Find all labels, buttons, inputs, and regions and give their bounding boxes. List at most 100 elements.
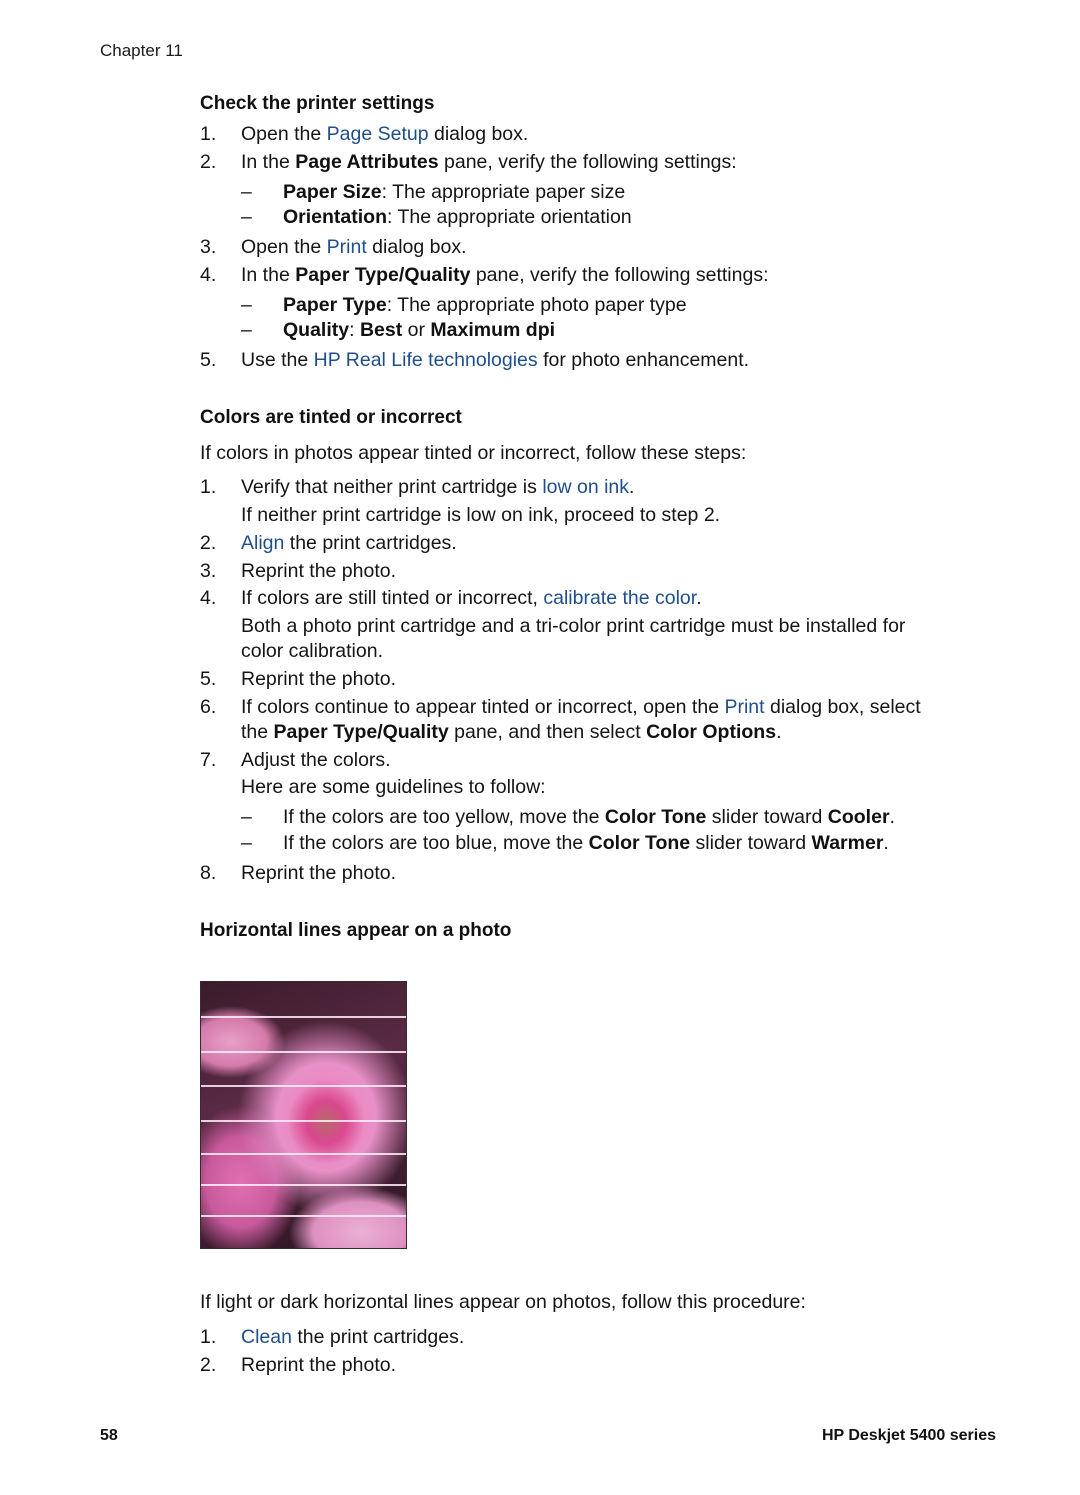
bullet-text: or (402, 319, 431, 341)
bold-term: Quality (283, 319, 350, 341)
step-text: dialog box, select (764, 696, 921, 718)
dash-bullet: – (241, 294, 252, 316)
hp-real-life-link[interactable]: HP Real Life technologies (314, 349, 538, 371)
bullet-text: slider toward (706, 806, 828, 828)
bold-term: Maximum dpi (430, 319, 556, 341)
bold-term: Paper Type (283, 294, 387, 316)
step-number: 1. (200, 1326, 217, 1348)
bullet-text: If the colors are too blue, move the (283, 832, 589, 854)
step-number: 7. (200, 749, 217, 771)
bold-term: Paper Type/Quality (295, 264, 471, 286)
step-text: pane, and then select (448, 721, 647, 743)
clean-link[interactable]: Clean (241, 1326, 292, 1348)
step-text: Reprint the photo. (241, 668, 397, 690)
step-number: 5. (200, 349, 217, 371)
step-text: pane, verify the following settings: (438, 151, 737, 173)
step-text: Reprint the photo. (241, 560, 397, 582)
section-heading-colors-tinted: Colors are tinted or incorrect (200, 407, 462, 428)
step-text: the print cartridges. (291, 1326, 465, 1348)
step-number: 8. (200, 862, 217, 884)
bold-term: Paper Size (283, 181, 382, 203)
dash-bullet: – (241, 181, 252, 203)
scan-line (201, 1085, 406, 1087)
note-text: color calibration. (241, 640, 383, 662)
step-number: 4. (200, 264, 217, 286)
bullet-text: : The appropriate paper size (381, 181, 626, 203)
dash-bullet: – (241, 832, 252, 854)
bold-term: Color Tone (604, 806, 707, 828)
step-text: Reprint the photo. (241, 1354, 397, 1376)
bold-term: Best (359, 319, 403, 341)
scan-line (201, 1120, 406, 1122)
step-number: 3. (200, 236, 217, 258)
step-text: . (696, 587, 702, 609)
bold-term: Warmer (811, 832, 884, 854)
bold-term: Color Tone (588, 832, 691, 854)
step-text: In the (241, 151, 296, 173)
bullet-text: . (889, 806, 895, 828)
step-text: for photo enhancement. (537, 349, 750, 371)
section-heading-printer-settings: Check the printer settings (200, 93, 435, 114)
step-number: 1. (200, 476, 217, 498)
bold-term: Color Options (646, 721, 777, 743)
step-text: In the (241, 264, 296, 286)
note-text: If neither print cartridge is low on ink… (241, 504, 721, 526)
bullet-text: : The appropriate orientation (387, 206, 632, 228)
step-text: Adjust the colors. (241, 749, 391, 771)
step-number: 4. (200, 587, 217, 609)
step-number: 3. (200, 560, 217, 582)
step-number: 5. (200, 668, 217, 690)
bold-term: Page Attributes (295, 151, 439, 173)
step-text: . (776, 721, 782, 743)
scan-line (201, 1215, 406, 1217)
step-text: Open the (241, 236, 327, 258)
bullet-text: : (349, 319, 360, 341)
step-text: If colors are still tinted or incorrect, (241, 587, 544, 609)
scan-line (201, 1016, 406, 1018)
paragraph: If colors in photos appear tinted or inc… (200, 442, 747, 464)
step-text: If colors continue to appear tinted or i… (241, 696, 725, 718)
step-text: dialog box. (366, 236, 467, 258)
step-text: Use the (241, 349, 314, 371)
step-text: Open the (241, 123, 327, 145)
print-dialog-link[interactable]: Print (327, 236, 367, 258)
note-text: Both a photo print cartridge and a tri-c… (241, 615, 906, 637)
bullet-text: . (883, 832, 889, 854)
bold-term: Cooler (827, 806, 890, 828)
bullet-text: : The appropriate photo paper type (386, 294, 687, 316)
note-text: Here are some guidelines to follow: (241, 776, 546, 798)
step-text: pane, verify the following settings: (470, 264, 769, 286)
paragraph: If light or dark horizontal lines appear… (200, 1291, 806, 1313)
low-on-ink-link[interactable]: low on ink (542, 476, 629, 498)
calibrate-color-link[interactable]: calibrate the color (543, 587, 696, 609)
step-text: Verify that neither print cartridge is (241, 476, 543, 498)
step-number: 1. (200, 123, 217, 145)
horizontal-lines-photo (200, 981, 407, 1249)
step-number: 2. (200, 532, 217, 554)
page-setup-link[interactable]: Page Setup (327, 123, 429, 145)
step-text: the (241, 721, 274, 743)
page-number: 58 (100, 1427, 118, 1444)
bold-term: Paper Type/Quality (273, 721, 449, 743)
step-text: the print cartridges. (284, 532, 457, 554)
chapter-label: Chapter 11 (100, 41, 183, 60)
step-number: 6. (200, 696, 217, 718)
bullet-text: slider toward (690, 832, 812, 854)
bold-term: Orientation (283, 206, 388, 228)
bullet-text: If the colors are too yellow, move the (283, 806, 605, 828)
scan-line (201, 1184, 406, 1186)
dash-bullet: – (241, 319, 252, 341)
product-name: HP Deskjet 5400 series (821, 1427, 996, 1444)
scan-line (201, 1051, 406, 1053)
step-text: dialog box. (428, 123, 529, 145)
step-text: Reprint the photo. (241, 862, 397, 884)
print-dialog-link[interactable]: Print (724, 696, 764, 718)
align-link[interactable]: Align (241, 532, 284, 554)
dash-bullet: – (241, 206, 252, 228)
step-text: . (629, 476, 635, 498)
section-heading-horizontal-lines: Horizontal lines appear on a photo (200, 920, 512, 941)
scan-line (201, 1153, 406, 1155)
step-number: 2. (200, 1354, 217, 1376)
step-number: 2. (200, 151, 217, 173)
dash-bullet: – (241, 806, 252, 828)
